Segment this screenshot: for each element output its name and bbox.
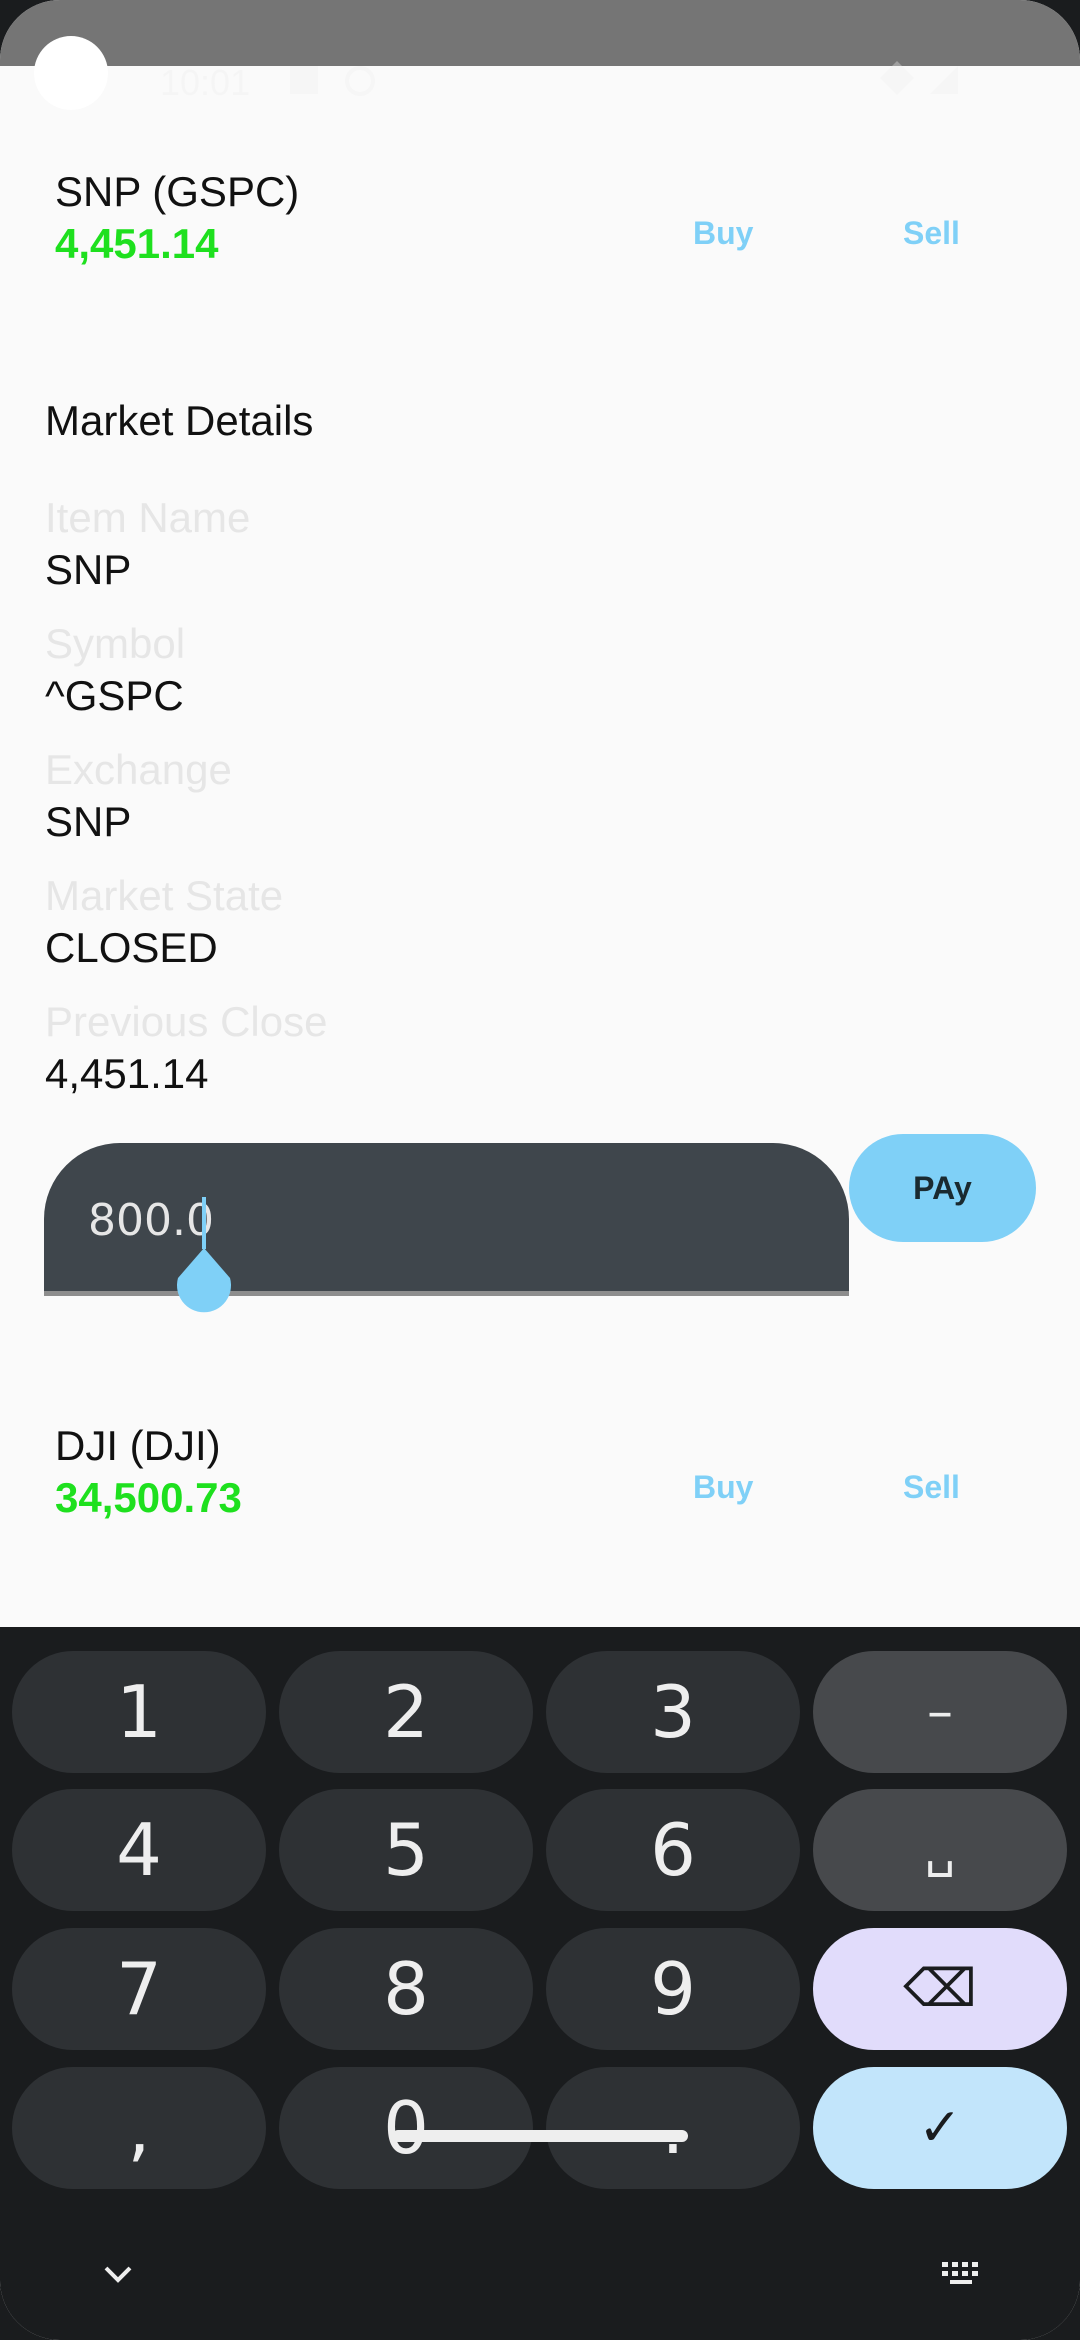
previous-close-label: Previous Close (45, 998, 328, 1045)
key-7[interactable]: 7 (12, 1928, 266, 2050)
key-1[interactable]: 1 (12, 1651, 266, 1773)
symbol-value: ^GSPC (45, 672, 184, 719)
amount-input-value: 800.0 (88, 1195, 214, 1246)
keyboard-icon[interactable] (940, 2258, 984, 2288)
key-2[interactable]: 2 (279, 1651, 533, 1773)
app-screen: 10:01 SNP (GSPC) 4,451.14 Buy Sell Marke… (0, 0, 1080, 2340)
stock-name: DJI (DJI) (55, 1422, 221, 1469)
key-comma[interactable]: , (12, 2067, 266, 2189)
buy-button[interactable]: Buy (693, 1469, 753, 1506)
backspace-icon[interactable]: ⌫ (813, 1928, 1067, 2050)
text-cursor (202, 1197, 206, 1249)
stock-price: 4,451.14 (55, 220, 219, 267)
market-state-value: CLOSED (45, 924, 218, 971)
key-8[interactable]: 8 (279, 1928, 533, 2050)
key-6[interactable]: 6 (546, 1789, 800, 1911)
status-bar (0, 0, 1080, 66)
market-state-label: Market State (45, 872, 284, 919)
key-4[interactable]: 4 (12, 1789, 266, 1911)
sell-button[interactable]: Sell (903, 1469, 960, 1506)
market-details-title: Market Details (45, 397, 314, 444)
space-key-icon[interactable]: ␣ (813, 1789, 1067, 1911)
symbol-label: Symbol (45, 620, 186, 667)
stock-name: SNP (GSPC) (55, 168, 300, 215)
key-0[interactable]: 0 (279, 2067, 533, 2189)
exchange-value: SNP (45, 798, 132, 845)
key-9[interactable]: 9 (546, 1928, 800, 2050)
buy-button[interactable]: Buy (693, 215, 753, 252)
exchange-label: Exchange (45, 746, 232, 793)
stock-price: 34,500.73 (55, 1474, 242, 1521)
amount-input-underline (44, 1291, 849, 1296)
key-period[interactable]: . (546, 2067, 800, 2189)
home-indicator[interactable] (392, 2130, 688, 2142)
key-3[interactable]: 3 (546, 1651, 800, 1773)
checkmark-icon[interactable]: ✓ (813, 2067, 1067, 2189)
chevron-down-icon[interactable] (98, 2260, 138, 2290)
amount-input[interactable]: 800.0 (44, 1143, 849, 1295)
status-time: 10:01 (160, 62, 251, 103)
numeric-keyboard: 1 2 3 – 4 5 6 ␣ 7 8 9 ⌫ , 0 . ✓ (0, 1627, 1080, 2340)
key-minus[interactable]: – (813, 1651, 1067, 1773)
sell-button[interactable]: Sell (903, 215, 960, 252)
cursor-handle[interactable] (176, 1248, 232, 1316)
previous-close-value: 4,451.14 (45, 1050, 209, 1097)
key-5[interactable]: 5 (279, 1789, 533, 1911)
pay-button[interactable]: PAy (849, 1134, 1036, 1242)
wifi-icon (880, 61, 914, 95)
item-name-value: SNP (45, 546, 132, 593)
camera-cutout (34, 36, 108, 110)
signal-icon (930, 66, 958, 94)
notification-icon (290, 66, 318, 94)
sync-icon (345, 66, 375, 96)
item-name-label: Item Name (45, 494, 251, 541)
